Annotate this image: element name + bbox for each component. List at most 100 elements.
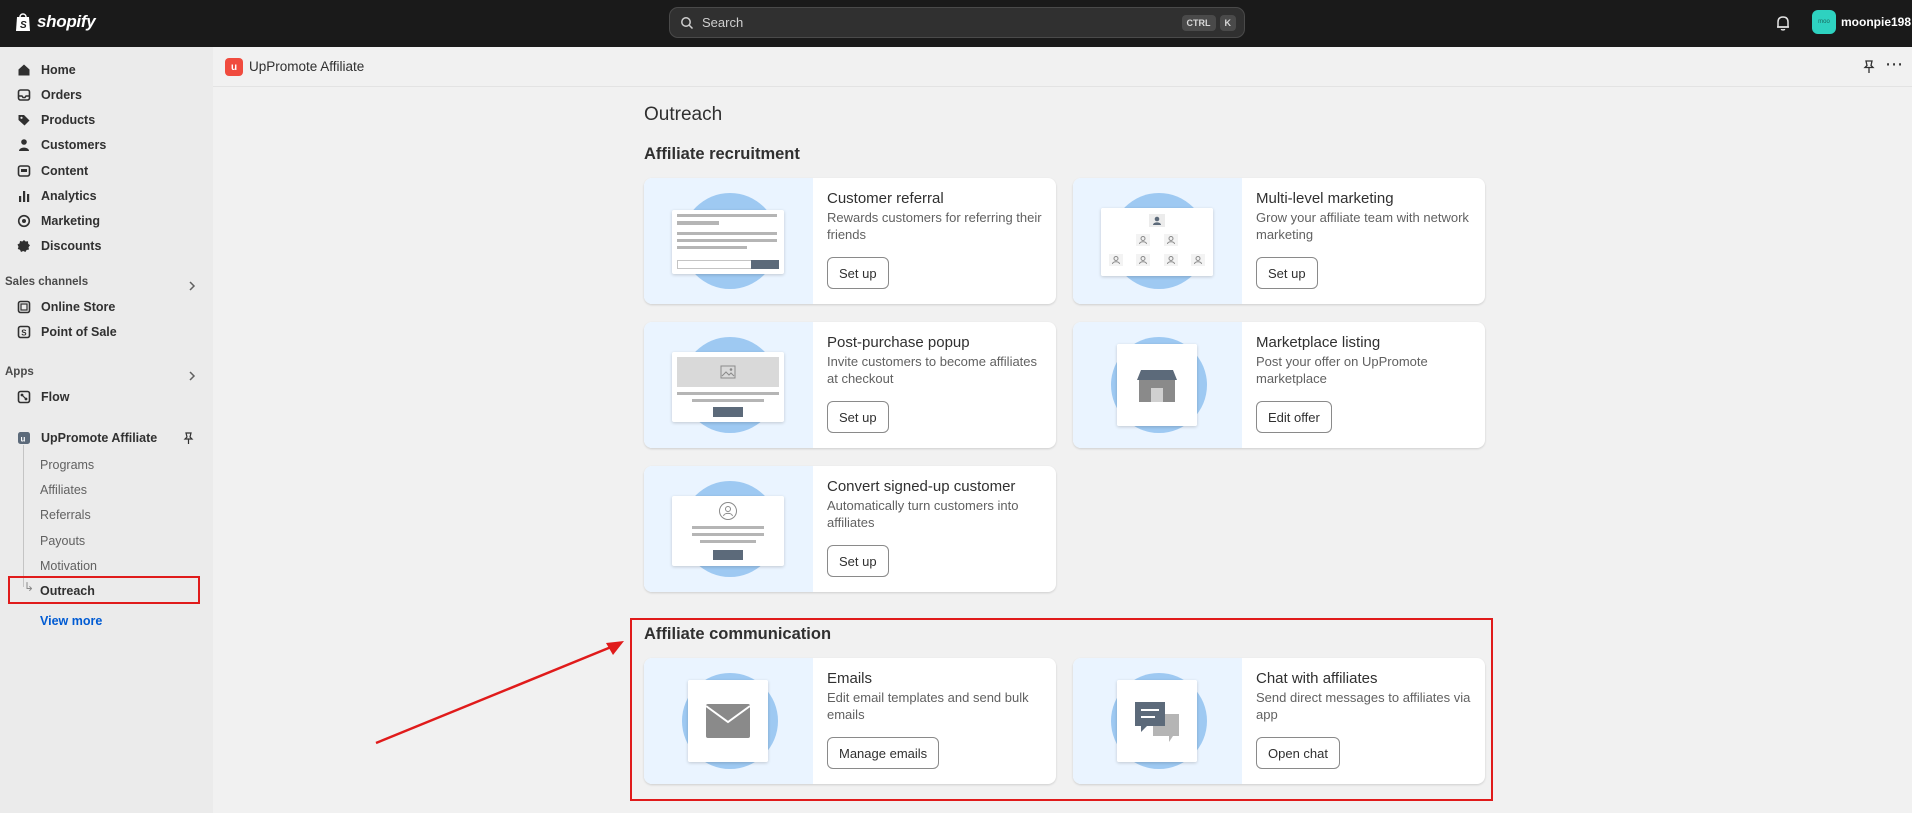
sidebar-item-point-of-sale[interactable]: S Point of Sale [7,320,200,344]
sidebar-item-discounts[interactable]: Discounts [7,234,200,258]
card-title: Marketplace listing [1256,334,1381,351]
network-tree-mock [1101,208,1213,276]
annotation-arrow-icon [375,641,624,745]
setup-button-multi-level-marketing[interactable]: Set up [1256,257,1318,289]
illustration [644,178,813,304]
svg-text:u: u [21,435,26,444]
card-description: Rewards customers for referring their fr… [827,210,1042,242]
sales-channels-label: Sales channels [5,276,89,288]
card-description: Automatically turn customers into affili… [827,498,1019,530]
card-convert-signed-up-customer: Convert signed-up customer Automatically… [644,466,1056,592]
shopify-logo[interactable]: S shopify [14,12,96,32]
sidebar-item-label: Marketing [41,214,101,228]
target-icon [17,214,31,228]
illustration [644,466,813,592]
card-description: Grow your affiliate team with network ma… [1256,210,1469,242]
sidebar-sub-outreach[interactable]: ↳ Outreach [8,576,200,604]
sidebar-item-label: Analytics [41,189,97,203]
content-icon [17,165,31,177]
home-icon [18,64,30,76]
illustration [644,322,813,448]
sidebar-sub-payouts[interactable]: Payouts [40,534,85,548]
store-icon [17,300,31,314]
discount-icon [17,240,30,252]
sidebar: Home Orders Products Customers Content A… [0,47,213,813]
sidebar-item-flow[interactable]: Flow [7,385,200,409]
sidebar-item-label: Flow [41,390,70,404]
sidebar-sub-referrals[interactable]: Referrals [40,508,91,522]
pos-icon: S [17,325,31,339]
sidebar-item-content[interactable]: Content [7,159,200,183]
view-more-link[interactable]: View more [40,614,102,628]
sidebar-item-label: UpPromote Affiliate [41,431,158,445]
tree-arrow-icon: ↳ [24,580,35,594]
sidebar-sub-motivation[interactable]: Motivation [40,559,97,573]
sidebar-sub-label: Outreach [40,584,95,598]
username[interactable]: moonpie198 [1841,15,1911,29]
marketplace-store-mock [1117,344,1197,426]
illustration [1073,322,1242,448]
edit-offer-button[interactable]: Edit offer [1256,401,1332,433]
illustration [1073,178,1242,304]
chevron-right-icon[interactable] [186,280,198,292]
svg-text:S: S [20,20,27,31]
uppromote-logo-icon: u [225,58,243,76]
pin-icon[interactable] [182,432,195,445]
sidebar-item-marketing[interactable]: Marketing [7,209,200,233]
image-icon [720,365,736,379]
sidebar-sub-programs[interactable]: Programs [40,458,94,472]
sidebar-item-label: Content [41,164,89,178]
section-title-recruitment: Affiliate recruitment [644,145,800,163]
sidebar-item-label: Products [41,113,96,127]
pin-icon[interactable] [1862,60,1876,74]
card-title: Multi-level marketing [1256,190,1394,207]
app-name: UpPromote Affiliate [249,59,365,74]
sidebar-item-products[interactable]: Products [7,108,200,132]
inbox-icon [17,89,31,101]
search-icon [681,16,694,29]
signup-form-mock [672,496,784,566]
sidebar-item-uppromote-affiliate[interactable]: u UpPromote Affiliate [7,426,200,450]
avatar[interactable]: moo [1812,10,1836,34]
apps-label: Apps [5,366,34,378]
card-title: Convert signed-up customer [827,478,1016,495]
sidebar-item-label: Online Store [41,300,116,314]
card-multi-level-marketing: Multi-level marketing Grow your affiliat… [1073,178,1485,304]
shortcut-ctrl: CTRL [1181,14,1216,31]
bar-chart-icon [19,191,30,202]
card-description: Post your offer on UpPromote marketplace [1256,354,1428,386]
sidebar-sub-affiliates[interactable]: Affiliates [40,483,87,497]
sidebar-item-label: Orders [41,88,82,102]
search-bar[interactable]: Search CTRL K [669,7,1245,38]
sidebar-item-online-store[interactable]: Online Store [7,295,200,319]
chevron-right-icon[interactable] [186,370,198,382]
more-actions-icon[interactable]: ⋯ [1885,54,1904,75]
svg-text:S: S [21,329,27,338]
shortcut-k: K [1219,14,1236,31]
sidebar-item-customers[interactable]: Customers [7,133,200,157]
sidebar-item-label: Discounts [41,239,102,253]
brand-name: shopify [37,12,96,31]
sidebar-item-analytics[interactable]: Analytics [7,184,200,208]
card-description: Invite customers to become affiliates at… [827,354,1038,386]
flow-icon [17,390,31,404]
search-placeholder: Search [702,15,744,30]
bell-icon[interactable] [1774,14,1792,32]
sidebar-item-label: Customers [41,138,107,152]
popup-mock [672,352,784,422]
card-title: Post-purchase popup [827,334,970,351]
page-title: Outreach [644,104,723,125]
shopify-bag-icon: S [16,13,30,31]
sidebar-item-home[interactable]: Home [7,58,200,82]
setup-button-convert-customer[interactable]: Set up [827,545,889,577]
setup-button-customer-referral[interactable]: Set up [827,257,889,289]
referral-form-mock [672,210,784,274]
user-avatar-icon [719,502,737,520]
card-marketplace-listing: Marketplace listing Post your offer on U… [1073,322,1485,448]
tree-line [23,445,24,587]
sidebar-item-orders[interactable]: Orders [7,83,200,107]
setup-button-post-purchase-popup[interactable]: Set up [827,401,889,433]
top-bar: S shopify Search CTRL K moo moonpie198 [0,0,1912,47]
sidebar-item-label: Point of Sale [41,325,117,339]
card-title: Customer referral [827,190,944,207]
